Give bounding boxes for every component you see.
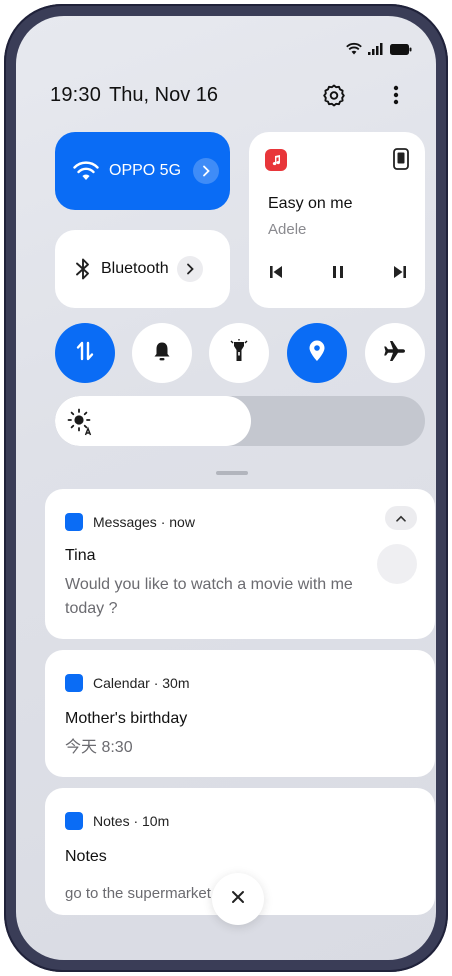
notification-app-time: Calendar · 30m bbox=[93, 675, 190, 691]
wifi-details-chevron-icon[interactable] bbox=[193, 158, 220, 184]
notification-header: Notes · 10m bbox=[65, 812, 169, 830]
bluetooth-tile[interactable]: Bluetooth bbox=[55, 230, 230, 308]
close-icon bbox=[231, 890, 245, 909]
notification-title: Notes bbox=[65, 848, 107, 865]
notification-card[interactable]: Messages · now Tina Would you like to wa… bbox=[45, 489, 435, 639]
media-player-tile[interactable]: Easy on me Adele bbox=[249, 132, 425, 308]
auto-brightness-icon bbox=[67, 408, 95, 441]
sound-toggle[interactable] bbox=[132, 323, 192, 383]
bell-icon bbox=[151, 340, 173, 367]
flashlight-toggle[interactable] bbox=[209, 323, 269, 383]
more-options-icon[interactable] bbox=[382, 81, 410, 109]
music-app-icon bbox=[265, 149, 287, 171]
collapse-chevron-up-icon[interactable] bbox=[385, 506, 417, 530]
header-row: 19:30 Thu, Nov 16 bbox=[50, 80, 410, 110]
notification-shade: 19:30 Thu, Nov 16 OPPO 5G Bluetooth Easy… bbox=[16, 16, 436, 960]
sender-avatar bbox=[377, 544, 417, 584]
calendar-app-icon bbox=[65, 674, 83, 692]
flashlight-icon bbox=[228, 338, 250, 368]
clear-all-button[interactable] bbox=[212, 873, 264, 925]
song-artist: Adele bbox=[268, 221, 307, 238]
wifi-network-name: OPPO 5G bbox=[109, 162, 182, 179]
notification-header: Messages · now bbox=[65, 513, 195, 531]
bluetooth-icon bbox=[75, 257, 91, 281]
notification-title: Tina bbox=[65, 547, 96, 564]
notification-app-time: Notes · 10m bbox=[93, 813, 170, 829]
airplane-mode-toggle[interactable] bbox=[365, 323, 425, 383]
cell-signal-icon bbox=[368, 42, 384, 60]
location-toggle[interactable] bbox=[287, 323, 347, 383]
wifi-icon bbox=[73, 161, 99, 181]
wifi-tile[interactable]: OPPO 5G bbox=[55, 132, 230, 210]
media-controls bbox=[269, 265, 407, 284]
phone-frame: 19:30 Thu, Nov 16 OPPO 5G Bluetooth Easy… bbox=[4, 4, 448, 972]
airplane-icon bbox=[383, 339, 407, 368]
date: Thu, Nov 16 bbox=[109, 83, 219, 106]
settings-gear-icon[interactable] bbox=[320, 81, 348, 109]
drag-handle[interactable] bbox=[216, 471, 248, 475]
notification-body: Would you like to watch a movie with me … bbox=[65, 576, 353, 617]
next-track-icon[interactable] bbox=[393, 265, 407, 284]
location-icon bbox=[307, 339, 327, 368]
clock: 19:30 bbox=[50, 83, 102, 106]
notification-body: 今天 8:30 bbox=[65, 739, 133, 756]
previous-track-icon[interactable] bbox=[269, 265, 283, 284]
notification-title: Mother's birthday bbox=[65, 710, 188, 727]
output-device-phone-icon[interactable] bbox=[393, 148, 409, 175]
notification-app-time: Messages · now bbox=[93, 514, 195, 530]
brightness-slider[interactable] bbox=[55, 396, 425, 446]
notification-header: Calendar · 30m bbox=[65, 674, 190, 692]
notes-app-icon bbox=[65, 812, 83, 830]
mobile-data-icon bbox=[74, 340, 96, 367]
bluetooth-label: Bluetooth bbox=[101, 260, 169, 277]
notification-card[interactable]: Calendar · 30m Mother's birthday 今天 8:30 bbox=[45, 650, 435, 777]
song-title: Easy on me bbox=[268, 195, 353, 212]
pause-icon[interactable] bbox=[332, 265, 344, 284]
bluetooth-details-chevron-icon[interactable] bbox=[176, 256, 203, 282]
battery-icon bbox=[390, 42, 412, 60]
messages-app-icon bbox=[65, 513, 83, 531]
status-icons bbox=[346, 42, 412, 60]
mobile-data-toggle[interactable] bbox=[55, 323, 115, 383]
wifi-signal-icon bbox=[346, 42, 362, 60]
